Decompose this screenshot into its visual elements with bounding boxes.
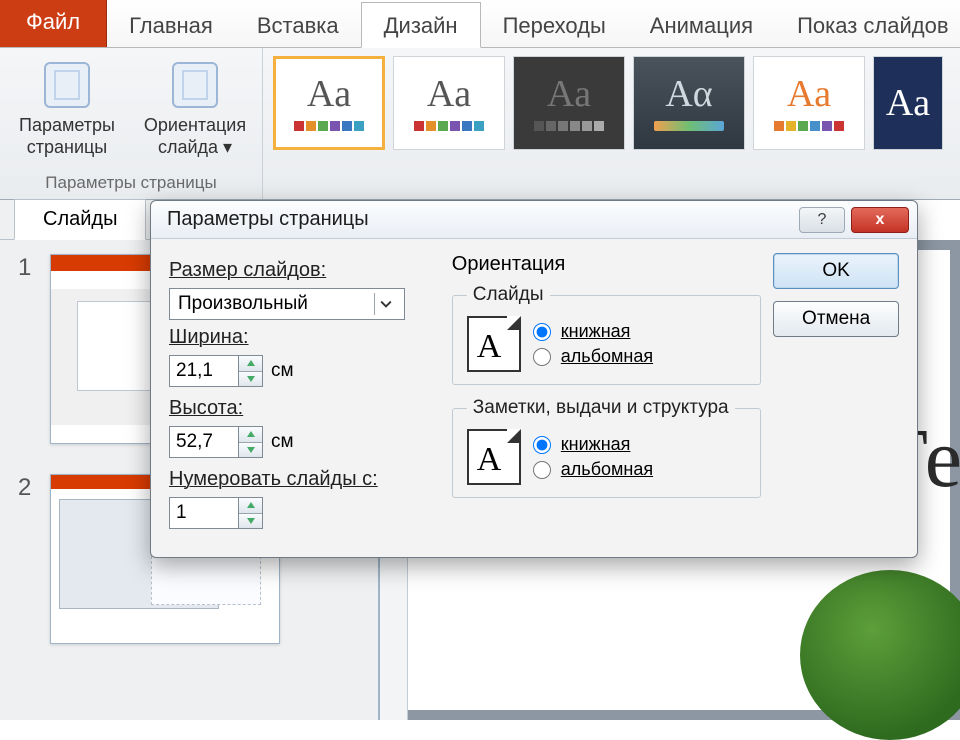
theme-2[interactable]: Aa — [393, 56, 505, 150]
radio-label: альбомная — [561, 346, 653, 367]
height-input[interactable] — [169, 426, 239, 458]
theme-sample-text: Aa — [307, 75, 351, 113]
spinner-down-icon[interactable] — [239, 371, 262, 387]
slide-orientation-button[interactable]: Ориентация слайда ▾ — [140, 56, 250, 169]
dialog-title: Параметры страницы — [167, 208, 793, 231]
slide-size-label: Размер слайдов: — [169, 259, 440, 282]
theme-sample-text: Aa — [427, 75, 471, 113]
themes-gallery: Aa Aa Aa Aα Aa Aa — [263, 48, 953, 199]
theme-3[interactable]: Aa — [513, 56, 625, 150]
radio-label: книжная — [561, 434, 631, 455]
theme-1[interactable]: Aa — [273, 56, 385, 150]
orientation-heading: Ориентация — [452, 253, 761, 276]
theme-accent-bar — [654, 121, 724, 131]
theme-sample-text: Aα — [665, 75, 712, 113]
slide-number: 2 — [18, 474, 36, 644]
radio-label: альбомная — [561, 459, 653, 480]
width-input[interactable] — [169, 355, 239, 387]
spinner-up-icon[interactable] — [239, 427, 262, 442]
slides-tab[interactable]: Слайды — [14, 199, 146, 240]
chevron-down-icon — [374, 293, 396, 315]
slide-orientation-label: Ориентация слайда ▾ — [144, 114, 246, 158]
tab-design[interactable]: Дизайн — [361, 2, 481, 48]
slide-size-select[interactable]: Произвольный — [169, 288, 405, 320]
theme-swatches — [534, 121, 604, 131]
notes-landscape-radio[interactable]: альбомная — [533, 459, 653, 480]
notes-orientation-group: Заметки, выдачи и структура A книжная ал… — [452, 397, 761, 498]
portrait-page-icon: A — [467, 429, 521, 485]
tab-home[interactable]: Главная — [107, 3, 235, 47]
close-button[interactable]: x — [851, 207, 909, 233]
portrait-page-icon: A — [467, 316, 521, 372]
spinner-down-icon[interactable] — [239, 513, 262, 529]
help-button[interactable]: ? — [799, 207, 845, 233]
width-label: Ширина: — [169, 326, 440, 349]
theme-sample-text: Aa — [787, 75, 831, 113]
theme-swatches — [774, 121, 844, 131]
page-setup-label: Параметры страницы — [19, 114, 115, 158]
slides-portrait-radio[interactable]: книжная — [533, 321, 653, 342]
slide-number: 1 — [18, 254, 36, 444]
spinner-up-icon[interactable] — [239, 356, 262, 371]
ribbon-group-label: Параметры страницы — [12, 169, 250, 199]
tab-insert[interactable]: Вставка — [235, 3, 361, 47]
page-setup-icon — [44, 62, 90, 108]
tab-animation[interactable]: Анимация — [628, 3, 775, 47]
number-from-spinner[interactable] — [169, 497, 263, 529]
height-unit: см — [271, 431, 294, 453]
spinner-down-icon[interactable] — [239, 442, 262, 458]
slides-legend: Слайды — [467, 284, 550, 306]
notes-legend: Заметки, выдачи и структура — [467, 397, 735, 419]
page-setup-dialog: Параметры страницы ? x Размер слайдов: П… — [150, 200, 918, 558]
theme-sample-text: Aa — [886, 84, 930, 122]
theme-sample-text: Aa — [547, 75, 591, 113]
theme-swatches — [294, 121, 364, 131]
notes-portrait-radio[interactable]: книжная — [533, 434, 653, 455]
width-unit: см — [271, 360, 294, 382]
number-from-label: Нумеровать слайды с: — [169, 468, 440, 491]
height-spinner[interactable] — [169, 426, 263, 458]
theme-4[interactable]: Aα — [633, 56, 745, 150]
slides-landscape-radio[interactable]: альбомная — [533, 346, 653, 367]
theme-5[interactable]: Aa — [753, 56, 865, 150]
height-label: Высота: — [169, 397, 440, 420]
dialog-titlebar[interactable]: Параметры страницы ? x — [151, 201, 917, 239]
cancel-button[interactable]: Отмена — [773, 301, 899, 337]
tab-slideshow[interactable]: Показ слайдов — [775, 3, 960, 47]
theme-swatches — [414, 121, 484, 131]
width-spinner[interactable] — [169, 355, 263, 387]
ribbon-tabs: Файл Главная Вставка Дизайн Переходы Ани… — [0, 0, 960, 48]
spinner-up-icon[interactable] — [239, 498, 262, 513]
orientation-icon — [172, 62, 218, 108]
ok-button[interactable]: OK — [773, 253, 899, 289]
tab-file[interactable]: Файл — [0, 0, 107, 47]
slide-size-value: Произвольный — [178, 293, 308, 315]
theme-6[interactable]: Aa — [873, 56, 943, 150]
number-from-input[interactable] — [169, 497, 239, 529]
page-setup-button[interactable]: Параметры страницы — [12, 56, 122, 169]
ribbon: Параметры страницы Ориентация слайда ▾ П… — [0, 48, 960, 200]
ribbon-group-page-setup: Параметры страницы Ориентация слайда ▾ П… — [0, 48, 263, 199]
radio-label: книжная — [561, 321, 631, 342]
slides-orientation-group: Слайды A книжная альбомная — [452, 284, 761, 385]
tab-transitions[interactable]: Переходы — [481, 3, 628, 47]
